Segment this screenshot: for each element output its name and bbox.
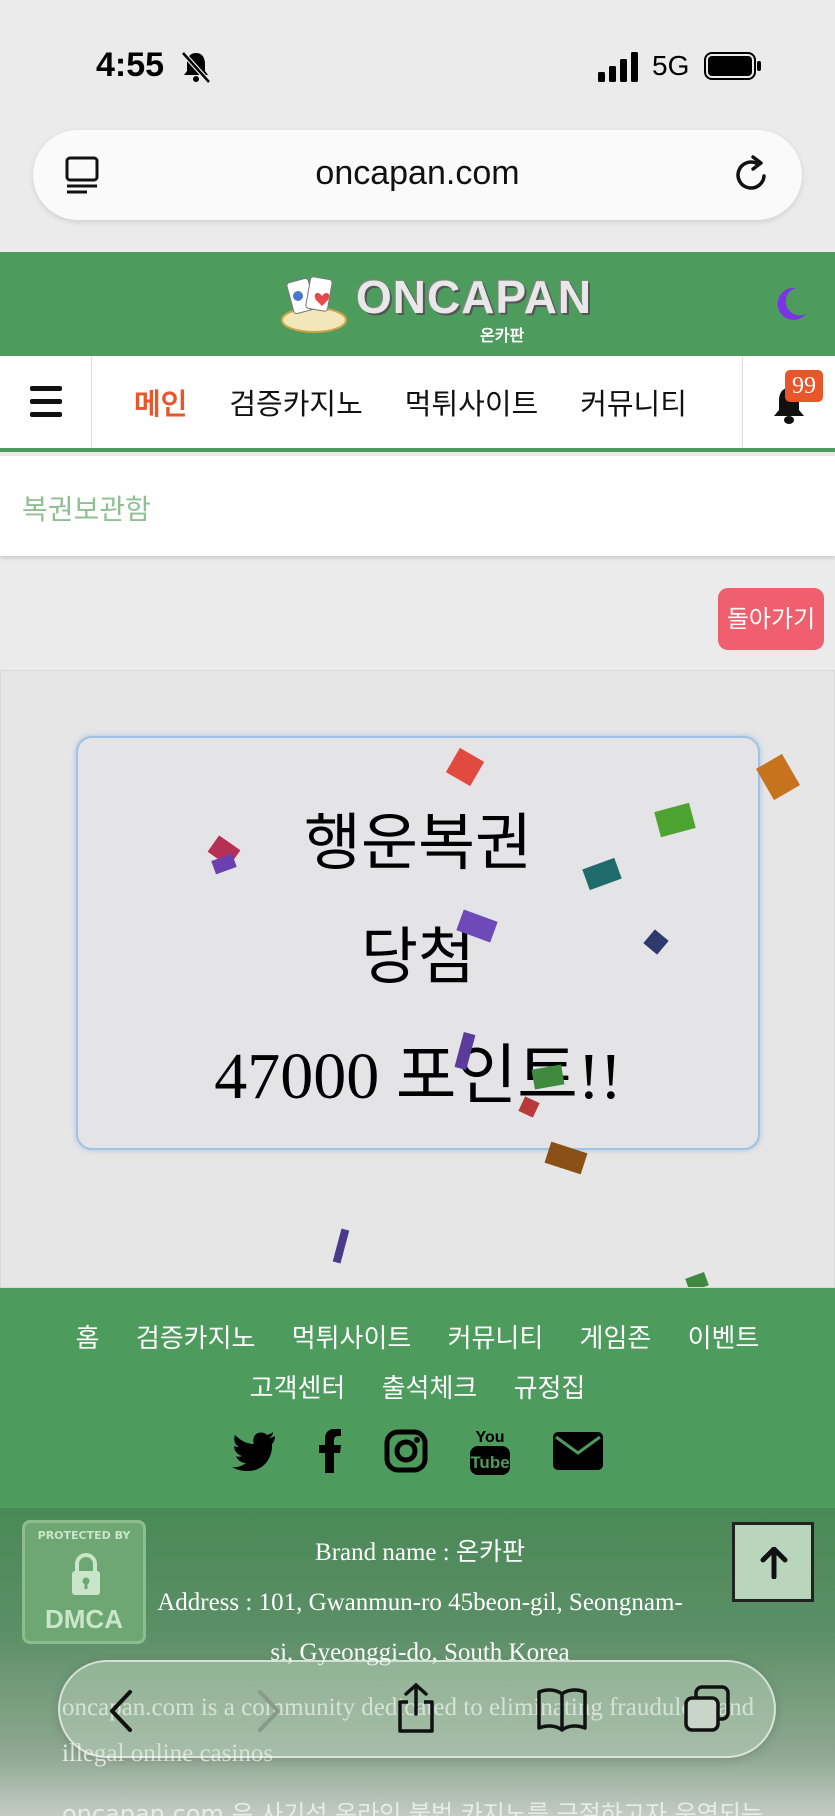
footer-link-support[interactable]: 고객센터 [250, 1374, 346, 1404]
nav-item-verified-casino[interactable]: 검증카지노 [229, 381, 362, 423]
reload-icon[interactable] [732, 154, 772, 196]
signal-icon [598, 52, 638, 82]
site-header: ONCAPAN 온카판 [0, 252, 835, 356]
footer-link-home[interactable]: 홈 [76, 1324, 100, 1354]
footer-links: 홈 검증카지노 먹튀사이트 커뮤니티 게임존 이벤트 고객센터 출석체크 규정집 [0, 1314, 835, 1414]
dark-mode-toggle-icon[interactable] [770, 284, 810, 324]
dmca-label: PROTECTED BY [37, 1529, 131, 1542]
footer-link-events[interactable]: 이벤트 [688, 1324, 760, 1354]
tabs-overview-icon[interactable] [682, 1684, 732, 1734]
main-nav: 메인 검증카지노 먹튀사이트 커뮤니티 99 [0, 356, 835, 452]
lock-icon [72, 1553, 100, 1595]
footer-link-community[interactable]: 커뮤니티 [448, 1324, 544, 1354]
nav-item-scam-sites[interactable]: 먹튀사이트 [405, 381, 538, 423]
confetti-piece [756, 753, 800, 801]
bell-off-icon [181, 51, 211, 84]
status-time: 4:55 [96, 46, 165, 84]
footer-link-verified-casino[interactable]: 검증카지노 [136, 1324, 256, 1354]
notification-badge: 99 [785, 370, 823, 402]
cards-icon [281, 276, 347, 333]
footer-link-scam-sites[interactable]: 먹튀사이트 [292, 1324, 412, 1354]
url-text[interactable]: oncapan.com [33, 154, 802, 193]
svg-text:You: You [475, 1429, 504, 1446]
brand-name: Brand name : 온카판 [315, 1539, 525, 1566]
back-icon[interactable] [106, 1688, 136, 1734]
dmca-logo: DMCA [45, 1604, 123, 1634]
page-title-bar: 복권보관함 [0, 456, 835, 556]
instagram-icon[interactable] [384, 1429, 428, 1473]
footer-link-game-zone[interactable]: 게임존 [580, 1324, 652, 1354]
mail-icon[interactable] [552, 1431, 604, 1471]
footer: 홈 검증카지노 먹튀사이트 커뮤니티 게임존 이벤트 고객센터 출석체크 규정집… [0, 1288, 835, 1508]
confetti-piece [685, 1272, 709, 1287]
battery-icon [704, 52, 761, 80]
dmca-badge[interactable]: PROTECTED BY DMCA [22, 1520, 146, 1644]
prize-points: 47000 포인트!! [214, 1040, 622, 1113]
forward-icon[interactable] [254, 1688, 284, 1734]
back-button[interactable]: 돌아가기 [718, 588, 824, 650]
footer-link-attendance[interactable]: 출석체크 [382, 1374, 478, 1404]
facebook-icon[interactable] [318, 1429, 342, 1473]
footer-description-ko: oncapan.com 은 사기성 온라인 불법 카지노를 근절하고자 운영되는… [62, 1800, 763, 1816]
lottery-result-area: 행운복권 당첨 47000 포인트!! [0, 670, 835, 1288]
prize-title: 행운복권 [303, 806, 533, 879]
address-line-1: Address : 101, Gwanmun-ro 45beon-gil, Se… [157, 1589, 683, 1616]
twitter-icon[interactable] [231, 1431, 277, 1471]
address-bar[interactable]: oncapan.com [33, 130, 802, 220]
bookmarks-icon[interactable] [536, 1686, 588, 1732]
footer-link-rules[interactable]: 규정집 [514, 1374, 586, 1404]
logo-text: ONCAPAN [356, 271, 593, 323]
arrow-up-icon [760, 1547, 788, 1579]
svg-text:Tube: Tube [470, 1453, 509, 1472]
youtube-icon[interactable]: You Tube [469, 1426, 511, 1476]
network-type: 5G [652, 50, 690, 81]
confetti-piece [332, 1228, 350, 1264]
share-icon[interactable] [394, 1682, 438, 1734]
page-title: 복권보관함 [22, 493, 151, 526]
nav-items: 메인 검증카지노 먹튀사이트 커뮤니티 [92, 356, 742, 448]
scroll-to-top-button[interactable] [732, 1522, 814, 1602]
menu-button[interactable] [0, 356, 92, 448]
nav-item-community[interactable]: 커뮤니티 [580, 381, 687, 423]
site-logo[interactable]: ONCAPAN 온카판 [280, 266, 591, 346]
nav-item-main[interactable]: 메인 [134, 381, 187, 423]
status-bar: 4:55 5G [0, 0, 835, 120]
browser-toolbar [58, 1660, 776, 1758]
social-links: You Tube [0, 1426, 835, 1482]
logo-subtitle: 온카판 [480, 326, 525, 345]
notifications-button[interactable]: 99 [742, 356, 835, 448]
